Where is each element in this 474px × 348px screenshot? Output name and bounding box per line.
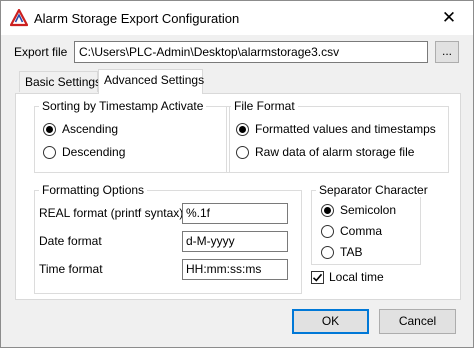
comma-label: Comma (340, 224, 383, 238)
formatting-options-title: Formatting Options (39, 183, 148, 197)
radio-formatted-values[interactable] (236, 122, 249, 136)
checkmark-icon (312, 273, 323, 282)
separator-group: Separator Character Semicolon Comma TAB (311, 183, 431, 265)
sorting-group-title: Sorting by Timestamp Activate (39, 99, 207, 113)
export-path-field[interactable]: C:\Users\PLC-Admin\Desktop\alarmstorage3… (74, 41, 428, 63)
export-config-dialog: Alarm Storage Export Configuration ✕ Exp… (0, 0, 474, 348)
formatting-options-group: Formatting Options REAL format (printf s… (34, 183, 302, 294)
radio-semicolon[interactable] (321, 203, 334, 217)
formatted-values-option[interactable]: Formatted values and timestamps (236, 122, 436, 136)
close-icon[interactable]: ✕ (431, 5, 467, 31)
title-bar[interactable]: Alarm Storage Export Configuration ✕ (1, 1, 473, 35)
radio-ascending[interactable] (43, 122, 56, 136)
raw-data-option[interactable]: Raw data of alarm storage file (236, 145, 414, 159)
warning-triangle-icon (9, 8, 29, 27)
time-format-input[interactable]: HH:mm:ss:ms (182, 259, 288, 280)
radio-raw-data[interactable] (236, 145, 249, 159)
separator-semicolon-option[interactable]: Semicolon (321, 203, 396, 217)
real-format-label: REAL format (printf syntax) (39, 206, 184, 220)
date-format-label: Date format (39, 234, 102, 248)
tab-basic-settings[interactable]: Basic Settings (19, 71, 101, 92)
local-time-checkbox[interactable] (311, 270, 324, 284)
sort-descending-option[interactable]: Descending (43, 145, 125, 159)
cancel-button[interactable]: Cancel (379, 309, 456, 334)
file-format-group-title: File Format (231, 99, 298, 113)
formatted-values-label: Formatted values and timestamps (255, 122, 436, 136)
raw-data-label: Raw data of alarm storage file (255, 145, 415, 159)
export-file-label: Export file (14, 45, 68, 59)
real-format-input[interactable]: %.1f (182, 203, 288, 224)
browse-button[interactable]: ... (435, 41, 459, 63)
radio-comma[interactable] (321, 224, 334, 238)
tab-label: TAB (340, 245, 363, 259)
ok-button[interactable]: OK (292, 309, 369, 334)
sort-descending-label: Descending (62, 145, 126, 159)
separator-tab-option[interactable]: TAB (321, 245, 362, 259)
date-format-input[interactable]: d-M-yyyy (182, 231, 288, 252)
sort-ascending-option[interactable]: Ascending (43, 122, 118, 136)
tab-advanced-settings[interactable]: Advanced Settings (98, 69, 204, 94)
separator-group-title: Separator Character (316, 183, 431, 197)
local-time-label: Local time (329, 270, 384, 284)
time-format-label: Time format (39, 262, 103, 276)
sort-ascending-label: Ascending (62, 122, 119, 136)
radio-tab[interactable] (321, 245, 334, 259)
advanced-settings-panel: Sorting by Timestamp Activate Ascending … (15, 93, 461, 300)
semicolon-label: Semicolon (340, 203, 397, 217)
radio-descending[interactable] (43, 145, 56, 159)
file-format-group: File Format Formatted values and timesta… (226, 99, 449, 173)
separator-comma-option[interactable]: Comma (321, 224, 382, 238)
local-time-option[interactable]: Local time (311, 270, 384, 284)
window-title: Alarm Storage Export Configuration (34, 11, 240, 26)
sorting-group: Sorting by Timestamp Activate Ascending … (34, 99, 230, 173)
